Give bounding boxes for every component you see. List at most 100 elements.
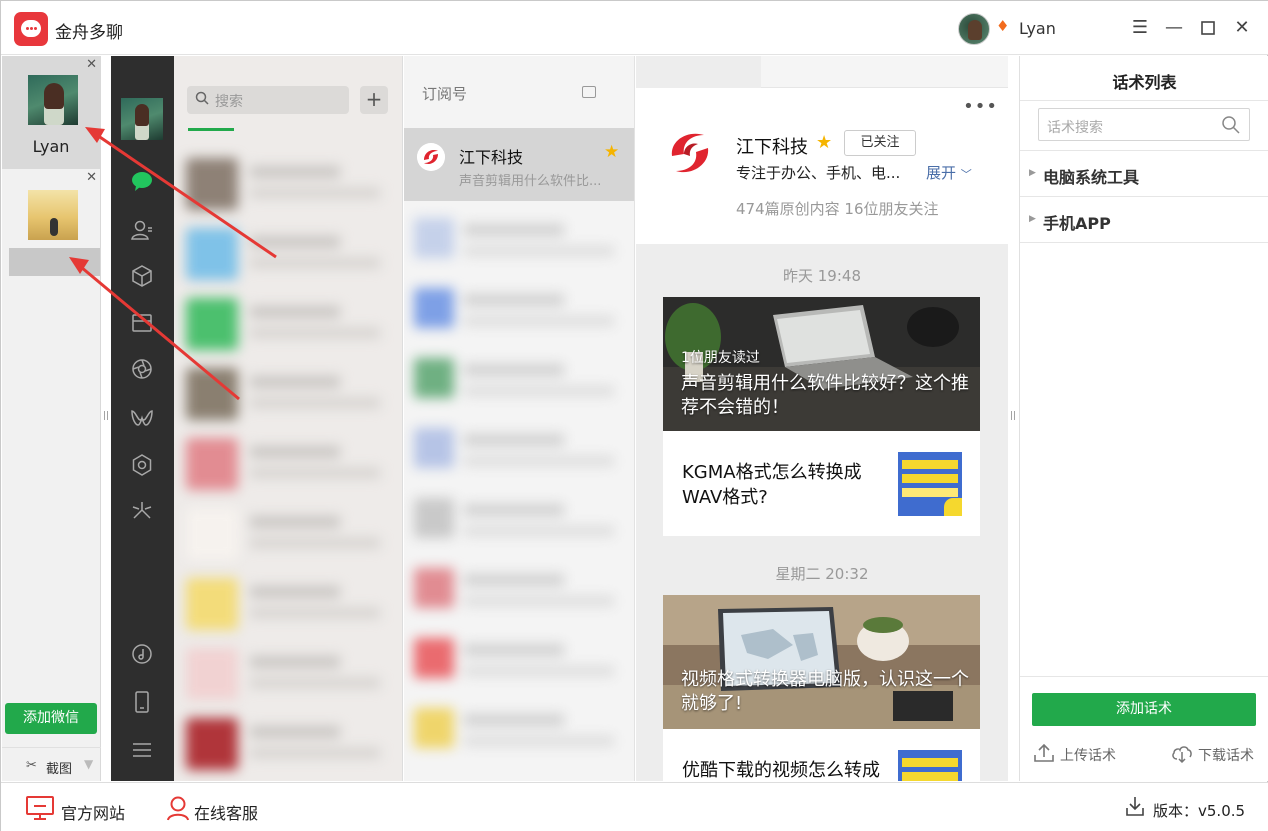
add-wechat-button[interactable]: 添加微信 <box>5 703 97 734</box>
scripts-search-input[interactable]: 话术搜索 <box>1038 108 1250 141</box>
star-icon[interactable]: ★ <box>816 132 832 153</box>
account-name: Lyan <box>32 137 70 156</box>
subscription-item[interactable] <box>410 696 632 766</box>
monitor-icon <box>26 796 54 820</box>
article-thumbnail[interactable] <box>898 452 962 516</box>
article-card[interactable]: 1位朋友读过 声音剪辑用什么软件比较好？这个推荐不会错的！ KGMA格式怎么转换… <box>663 297 980 536</box>
title-bar: 金舟多聊 ♦ Lyan ☰ — ✕ <box>1 1 1268 55</box>
subscription-item[interactable] <box>410 206 632 276</box>
account-header: ••• 江下科技 ★ 已关注 专注于办公、手机、电... 展开 ﹀ 474篇原创… <box>636 88 1008 244</box>
look-icon[interactable] <box>130 498 154 522</box>
wechat-sidebar <box>111 56 174 781</box>
divider <box>1020 676 1268 677</box>
account-desc: 专注于办公、手机、电... <box>736 164 901 182</box>
search-icon[interactable] <box>1221 115 1241 135</box>
subscription-item[interactable] <box>410 626 632 696</box>
chat-icon[interactable] <box>130 169 154 193</box>
chat-item[interactable] <box>180 148 402 218</box>
moments-icon[interactable] <box>130 357 154 381</box>
app-title: 金舟多聊 <box>55 23 123 43</box>
scissors-icon: ✂ <box>26 758 37 773</box>
folder-icon[interactable] <box>130 311 154 335</box>
search-icon <box>195 91 209 105</box>
vip-diamond-icon: ♦ <box>996 17 1010 35</box>
expand-link[interactable]: 展开 ﹀ <box>926 162 972 183</box>
cube-icon[interactable] <box>130 264 154 288</box>
splitter-handle[interactable]: || <box>103 411 109 421</box>
search-placeholder: 搜索 <box>215 94 243 110</box>
screenshot-label: 截图 <box>46 762 73 777</box>
article-cover-image[interactable]: 视频格式转换器电脑版，认识这一个就够了! <box>663 595 980 729</box>
account-name-placeholder <box>9 248 100 276</box>
more-options-icon[interactable]: ••• <box>963 96 998 117</box>
article-tab[interactable] <box>761 56 1008 88</box>
scripts-group-label: 手机APP <box>1043 214 1111 233</box>
scripts-group-mobile-app[interactable]: ▶ 手机APP <box>1020 197 1268 243</box>
mini-program-icon[interactable] <box>130 453 154 477</box>
close-account-icon[interactable]: ✕ <box>86 57 97 72</box>
article-card[interactable]: 视频格式转换器电脑版，认识这一个就够了! 优酷下载的视频怎么转成 <box>663 595 980 781</box>
user-avatar[interactable] <box>958 13 990 45</box>
chat-item[interactable] <box>180 708 402 778</box>
subscription-item[interactable] <box>410 556 632 626</box>
article-cover-image[interactable]: 1位朋友读过 声音剪辑用什么软件比较好？这个推荐不会错的！ <box>663 297 980 431</box>
more-menu-icon[interactable] <box>130 738 154 762</box>
account-avatar <box>28 190 78 240</box>
subscription-title: 订阅号 <box>422 85 468 103</box>
app-window: 金舟多聊 ♦ Lyan ☰ — ✕ ✕ Lyan ✕ 添加微信 ✂ 截图 ▼ |… <box>0 0 1268 831</box>
user-name: Lyan <box>1019 19 1056 38</box>
add-script-button[interactable]: 添加话术 <box>1032 693 1256 726</box>
scripts-panel: 话术列表 话术搜索 ▶ 电脑系统工具 ▶ 手机APP 添加话术 上传话术 下载话… <box>1019 56 1268 781</box>
subscription-item[interactable] <box>410 416 632 486</box>
cloud-download-icon <box>1172 746 1192 764</box>
article-panel: ••• 江下科技 ★ 已关注 专注于办公、手机、电... 展开 ﹀ 474篇原创… <box>636 56 1008 781</box>
article-sub-title[interactable]: KGMA格式怎么转换成WAV格式? <box>682 460 882 510</box>
article-thumbnail[interactable] <box>898 750 962 781</box>
window-icon[interactable] <box>582 86 596 98</box>
article-sub-title[interactable]: 优酷下载的视频怎么转成 <box>682 758 892 781</box>
chat-item[interactable] <box>180 638 402 708</box>
minimize-button[interactable]: — <box>1163 15 1185 41</box>
contacts-icon[interactable] <box>130 218 154 242</box>
chat-item[interactable] <box>180 568 402 638</box>
article-cover-title: 视频格式转换器电脑版，认识这一个就够了! <box>681 669 969 714</box>
chat-item[interactable] <box>180 288 402 358</box>
article-cover-title: 声音剪辑用什么软件比较好？这个推荐不会错的！ <box>681 373 969 418</box>
splitter-handle[interactable]: || <box>1010 411 1016 421</box>
dropdown-arrow-icon[interactable]: ▼ <box>84 757 93 771</box>
chat-item[interactable] <box>180 218 402 288</box>
close-account-icon[interactable]: ✕ <box>86 170 97 185</box>
chat-item[interactable] <box>180 428 402 498</box>
account-list: ✕ Lyan ✕ <box>2 56 101 781</box>
menu-icon[interactable]: ☰ <box>1129 15 1151 41</box>
chevron-down-icon: ﹀ <box>960 168 972 181</box>
close-button[interactable]: ✕ <box>1231 15 1253 41</box>
subscription-item[interactable] <box>410 346 632 416</box>
add-chat-button[interactable]: + <box>360 86 388 114</box>
maximize-button[interactable] <box>1197 15 1219 41</box>
subscription-item[interactable] <box>410 276 632 346</box>
subscription-item-jiangxia[interactable]: 江下科技 声音剪辑用什么软件比... ★ <box>404 128 634 201</box>
expand-label: 展开 <box>926 164 957 182</box>
subscription-item[interactable] <box>410 486 632 556</box>
jiangxia-logo-icon <box>671 133 709 173</box>
follow-button[interactable]: 已关注 <box>844 130 916 156</box>
account-card-lyan[interactable]: ✕ Lyan <box>2 56 100 169</box>
subscription-name: 江下科技 <box>459 148 524 167</box>
music-icon[interactable] <box>130 642 154 666</box>
divider <box>1020 100 1268 101</box>
scripts-group-pc-tools[interactable]: ▶ 电脑系统工具 <box>1020 151 1268 197</box>
version-label: 版本：v5.0.5 <box>1153 802 1246 820</box>
chat-item[interactable] <box>180 498 402 568</box>
wechat-avatar[interactable] <box>121 98 163 140</box>
scripts-title: 话术列表 <box>1112 73 1177 92</box>
scripts-group-label: 电脑系统工具 <box>1043 168 1140 187</box>
search-input[interactable]: 搜索 <box>187 86 349 114</box>
screenshot-button[interactable]: ✂ 截图 ▼ <box>2 747 101 781</box>
upload-icon <box>1034 743 1054 762</box>
message-time: 昨天 19:48 <box>783 267 861 285</box>
phone-icon[interactable] <box>130 690 154 714</box>
friends-read-badge: 1位朋友读过 <box>681 350 760 366</box>
chat-item[interactable] <box>180 358 402 428</box>
channels-icon[interactable] <box>130 406 154 430</box>
